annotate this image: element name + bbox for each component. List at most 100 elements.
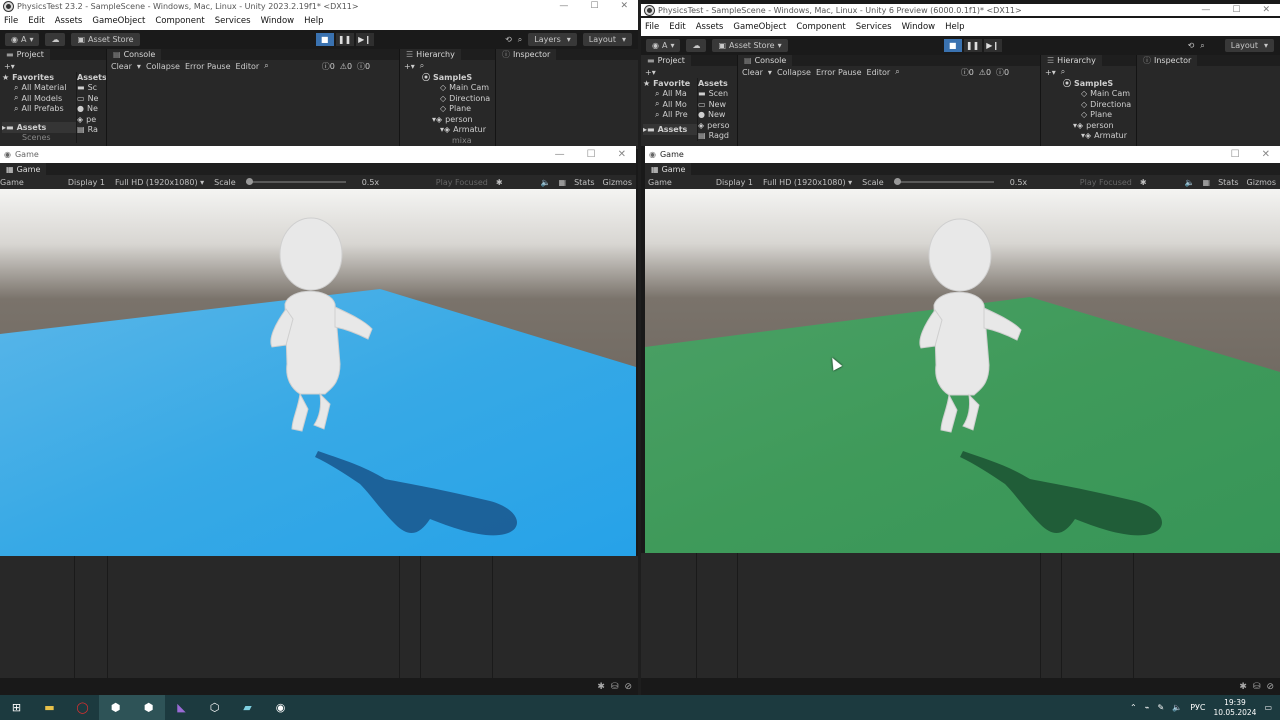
settings-icon[interactable]: ⊘ <box>1266 682 1274 692</box>
minimize-icon[interactable]: — <box>555 149 565 160</box>
clock[interactable]: 19:39 10.05.2024 <box>1213 698 1256 718</box>
error-count[interactable]: ⓘ0 <box>357 61 370 72</box>
hierarchy-item[interactable]: ◇ Directiona <box>1063 99 1136 110</box>
asset-store-button[interactable]: ▣ Asset Store ▾ <box>712 39 788 52</box>
hierarchy-item[interactable]: ◇ Plane <box>422 104 495 115</box>
menu-file[interactable]: File <box>4 16 18 26</box>
hierarchy-item[interactable]: ◇ Main Cam <box>422 83 495 94</box>
hierarchy-item[interactable]: ◇ Directiona <box>422 93 495 104</box>
tab-project[interactable]: ▬ Project <box>0 49 50 60</box>
clear-button[interactable]: Clear <box>111 62 132 71</box>
menu-window[interactable]: Window <box>902 22 936 32</box>
unity-hub-icon[interactable]: ⬢ <box>99 695 132 720</box>
play-focused-dropdown[interactable]: Play Focused <box>1080 178 1132 187</box>
resolution-dropdown[interactable]: Full HD (1920x1080) ▾ <box>763 178 852 187</box>
chevron-up-icon[interactable]: ⌃ <box>1130 703 1137 712</box>
account-button[interactable]: ◉ A ▾ <box>5 33 40 46</box>
collapse-button[interactable]: Collapse <box>146 62 180 71</box>
asset-item[interactable]: ▤ Ra <box>77 125 106 136</box>
hierarchy-item[interactable]: ⦿ SampleS <box>422 72 495 83</box>
hierarchy-item[interactable]: ▾◈ Armatur <box>422 125 495 136</box>
start-icon[interactable]: ⊞ <box>0 695 33 720</box>
cache-icon[interactable]: ⛁ <box>1253 682 1261 692</box>
asset-item[interactable]: ▭ New <box>698 99 737 110</box>
stats-button[interactable]: Stats <box>574 178 594 187</box>
menu-edit[interactable]: Edit <box>669 22 685 32</box>
menu-gameobject[interactable]: GameObject <box>92 16 145 26</box>
menu-help[interactable]: Help <box>304 16 323 26</box>
favorite-item[interactable]: ⌕ All Prefabs <box>2 104 76 115</box>
search-icon[interactable]: ⌕ <box>420 61 424 71</box>
layers-dropdown[interactable]: Layers ▾ <box>528 33 577 46</box>
menu-window[interactable]: Window <box>261 16 295 26</box>
minimize-icon[interactable]: — <box>1201 5 1210 15</box>
tab-hierarchy[interactable]: ☰ Hierarchy <box>400 49 461 60</box>
favorite-item[interactable]: ⌕ All Mo <box>643 99 697 110</box>
hierarchy-item[interactable]: ▾◈ person <box>422 114 495 125</box>
chevron-down-icon[interactable]: ▾ <box>137 62 141 71</box>
hierarchy-item[interactable]: ⦿ SampleS <box>1063 78 1136 89</box>
bug-icon[interactable]: ✱ <box>496 178 503 187</box>
cloud-button[interactable]: ☁ <box>45 33 66 46</box>
stats-icon[interactable]: ▦ <box>559 178 567 187</box>
favorite-item[interactable]: ⌕ All Material <box>2 83 76 94</box>
gizmos-button[interactable]: Gizmos <box>1247 178 1276 187</box>
menu-gameobject[interactable]: GameObject <box>733 22 786 32</box>
layout-dropdown[interactable]: Layout ▾ <box>582 33 632 46</box>
tab-hierarchy[interactable]: ☰ Hierarchy <box>1041 55 1102 66</box>
unity-icon[interactable]: ⬡ <box>198 695 231 720</box>
maximize-icon[interactable]: ☐ <box>590 1 598 11</box>
add-icon[interactable]: +▾ <box>645 68 656 77</box>
menu-help[interactable]: Help <box>945 22 964 32</box>
network-icon[interactable]: ⌁ <box>1145 703 1150 712</box>
play-button[interactable]: ■ <box>315 33 334 46</box>
asset-item[interactable]: ▬ Sc <box>77 83 106 94</box>
search-icon[interactable]: ⌕ <box>1200 41 1204 51</box>
menu-assets[interactable]: Assets <box>696 22 724 32</box>
stats-icon[interactable]: ▦ <box>1203 178 1211 187</box>
tab-console[interactable]: ▤ Console <box>738 55 793 66</box>
audio-icon[interactable]: 🔈 <box>1185 178 1195 187</box>
hierarchy-item[interactable]: ▾◈ Armatur <box>1063 131 1136 142</box>
bug-icon[interactable]: ✱ <box>1140 178 1147 187</box>
history-icon[interactable]: ⟲ <box>1188 41 1195 50</box>
notification-icon[interactable]: ▭ <box>1264 703 1272 712</box>
play-button[interactable]: ■ <box>943 39 962 52</box>
visual-studio-icon[interactable]: ◣ <box>165 695 198 720</box>
menu-services[interactable]: Services <box>215 16 251 26</box>
asset-item[interactable]: ▤ Ragd <box>698 131 737 142</box>
asset-item[interactable]: ● New <box>698 110 737 121</box>
asset-item[interactable]: ● Ne <box>77 104 106 115</box>
editor-dropdown[interactable]: Editor <box>236 62 260 71</box>
minimize-icon[interactable]: — <box>559 1 568 11</box>
tab-inspector[interactable]: ⓘ Inspector <box>1137 55 1198 66</box>
close-icon[interactable]: ✕ <box>1262 149 1270 160</box>
hierarchy-item[interactable]: mixa <box>422 135 495 146</box>
info-count[interactable]: ⓘ0 <box>961 67 974 78</box>
display-dropdown[interactable]: Display 1 <box>68 178 105 187</box>
scale-slider[interactable] <box>245 178 346 185</box>
hierarchy-item[interactable]: ▾◈ person <box>1063 120 1136 131</box>
tab-game[interactable]: ▦ Game <box>645 163 692 175</box>
favorite-item[interactable]: ⌕ All Pre <box>643 110 697 121</box>
add-icon[interactable]: +▾ <box>404 62 415 71</box>
file-explorer-icon[interactable]: ▬ <box>33 695 66 720</box>
obs-icon[interactable]: ◉ <box>264 695 297 720</box>
maximize-icon[interactable]: ☐ <box>587 149 596 160</box>
menu-assets[interactable]: Assets <box>55 16 83 26</box>
error-pause-button[interactable]: Error Pause <box>185 62 231 71</box>
warning-count[interactable]: ⚠0 <box>979 68 991 77</box>
maximize-icon[interactable]: ☐ <box>1232 5 1240 15</box>
menu-services[interactable]: Services <box>856 22 892 32</box>
notepad-icon[interactable]: ▰ <box>231 695 264 720</box>
menu-component[interactable]: Component <box>796 22 845 32</box>
close-icon[interactable]: ✕ <box>620 1 628 11</box>
gizmos-button[interactable]: Gizmos <box>603 178 632 187</box>
scale-slider[interactable] <box>893 178 994 185</box>
favorite-item[interactable]: ⌕ All Models <box>2 93 76 104</box>
tab-game[interactable]: ▦ Game <box>0 163 47 175</box>
bug-icon[interactable]: ✱ <box>1239 682 1247 692</box>
clear-button[interactable]: Clear <box>742 68 763 77</box>
maximize-icon[interactable]: ☐ <box>1231 149 1240 160</box>
stats-button[interactable]: Stats <box>1218 178 1238 187</box>
